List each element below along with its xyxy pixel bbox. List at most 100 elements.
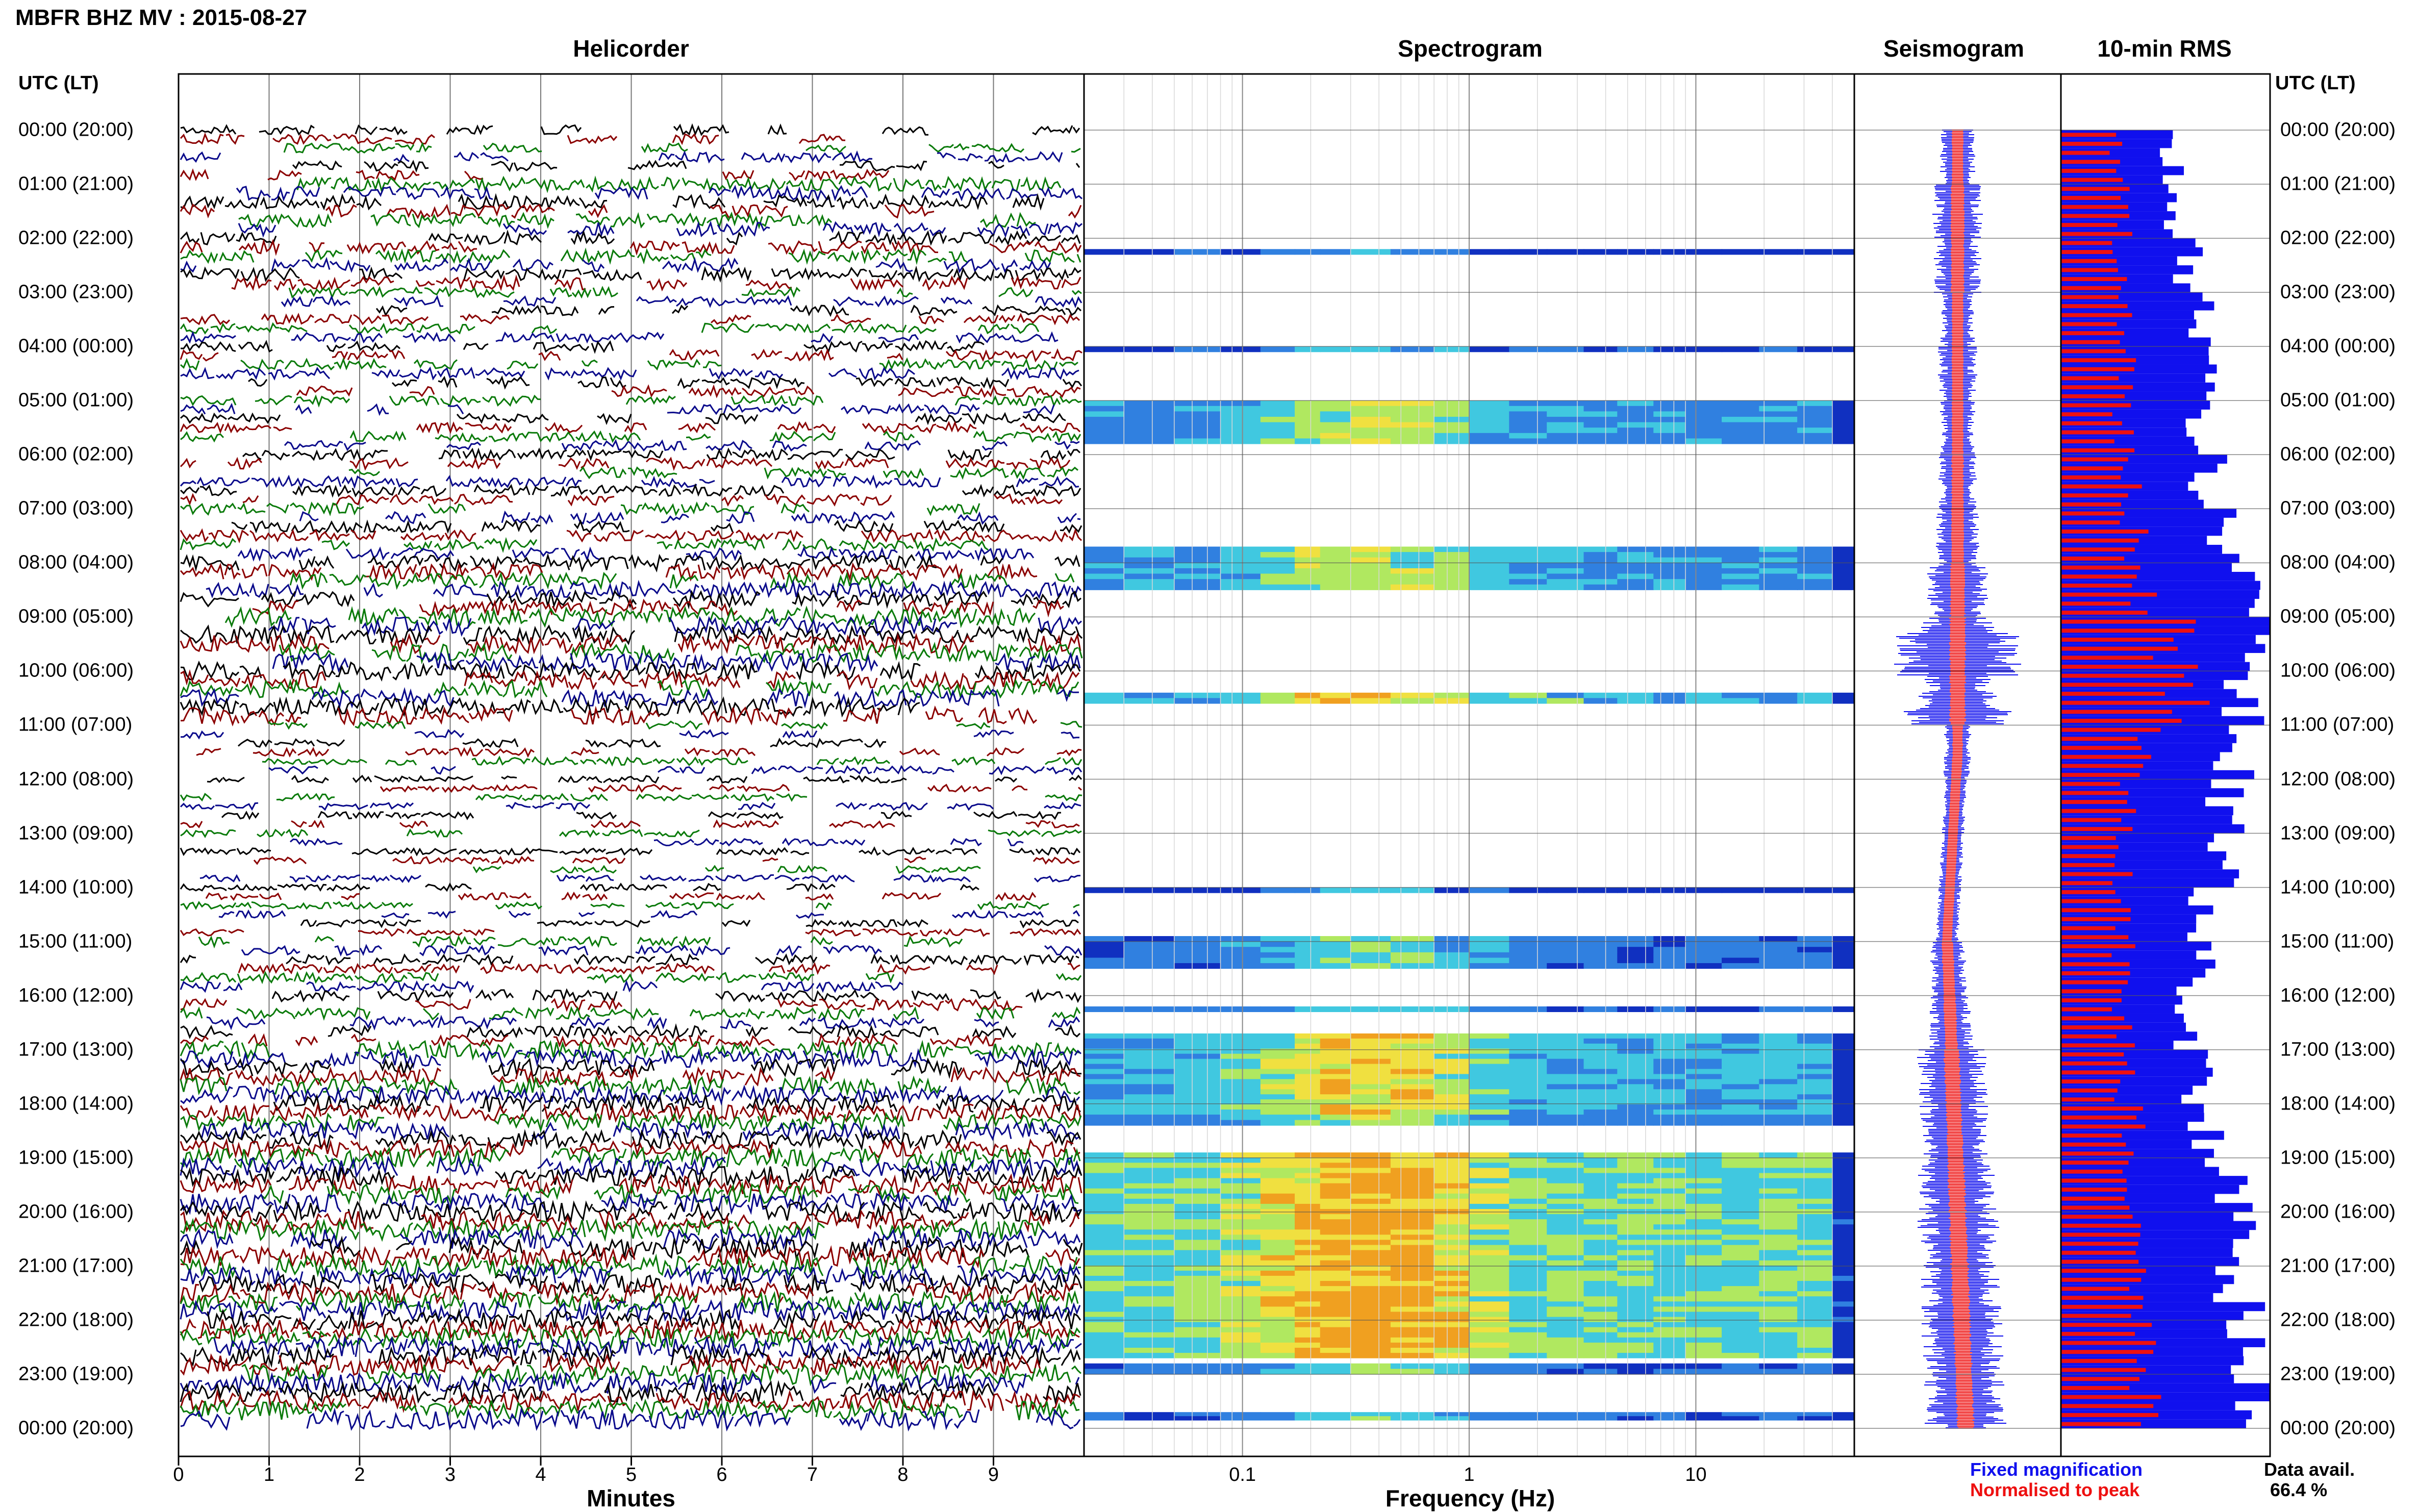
spectrogram-cell: [1547, 433, 1584, 439]
spectrogram-cell: [1617, 438, 1654, 444]
spectrogram-cell: [1320, 1296, 1351, 1302]
helicorder-trace: [206, 579, 1082, 600]
spectrogram-cell: [1722, 1250, 1760, 1256]
spectrogram-cell: [1759, 947, 1798, 953]
spectrogram-cell: [1722, 422, 1760, 428]
spectrogram-cell: [1124, 346, 1175, 352]
spectrogram-cell: [1469, 1193, 1510, 1199]
spectrogram-cell: [1295, 1178, 1321, 1184]
spectrogram-cell: [1124, 1163, 1175, 1168]
spectrogram-cell: [1124, 1079, 1175, 1085]
spectrogram-cell: [1797, 1322, 1833, 1328]
spectrogram-cell: [1350, 1332, 1391, 1338]
spectrogram-cell: [1220, 1332, 1261, 1338]
spectrogram-cell: [1469, 1079, 1510, 1085]
spectrogram-cell: [1320, 584, 1351, 590]
spectrogram-cell: [1469, 1152, 1510, 1158]
spectrogram-cell: [1390, 1038, 1435, 1044]
rms-normalised-bar: [2061, 1250, 2136, 1255]
spectrogram-cell: [1434, 1317, 1470, 1323]
spectrogram-cell: [1797, 1260, 1833, 1266]
spectrogram-cell: [1220, 1229, 1261, 1235]
spectrogram-cell: [1124, 557, 1175, 563]
helicorder-trace: [180, 901, 1080, 911]
spectrogram-cell: [1722, 1059, 1760, 1065]
hour-label-right: 07:00 (03:00): [2280, 497, 2396, 519]
spectrogram-cell: [1509, 1416, 1548, 1421]
spectrogram-cell: [1583, 422, 1618, 428]
rms-normalised-bar: [2061, 1385, 2130, 1390]
spectrogram-cell: [1722, 1240, 1760, 1246]
spectrogram-cell: [1260, 1120, 1296, 1126]
spectrogram-cell: [1320, 952, 1351, 958]
spectrogram-cell: [1759, 1301, 1798, 1307]
helicorder-trace: [253, 855, 1080, 865]
spectrogram-cell: [1759, 557, 1798, 563]
spectrogram-cell: [1832, 579, 1855, 585]
spectrogram-cell: [1617, 1342, 1654, 1348]
spectrogram-cell: [1722, 1416, 1760, 1421]
spectrogram-cell: [1797, 1038, 1833, 1044]
spectrogram-cell: [1390, 1286, 1435, 1292]
spectrogram-cell: [1469, 1006, 1510, 1012]
spectrogram-cell: [1653, 1322, 1686, 1328]
spectrogram-cell: [1124, 941, 1175, 947]
spectrogram-cell: [1509, 1327, 1548, 1333]
spectrogram-cell: [1124, 422, 1175, 428]
hour-label-left: 01:00 (21:00): [18, 173, 134, 195]
spectrogram-cell: [1124, 1301, 1175, 1307]
spectrogram-cell: [1685, 1006, 1723, 1012]
helicorder-tick-label: 1: [263, 1464, 275, 1485]
spectrogram-cell: [1124, 1327, 1175, 1333]
spectrogram-cell: [1220, 1168, 1261, 1173]
spectrogram-cell: [1583, 427, 1618, 434]
spectrogram-cell: [1174, 1069, 1221, 1074]
spectrogram-cell: [1685, 1168, 1723, 1173]
rms-normalised-bar: [2061, 935, 2129, 940]
spectrogram-cell: [1320, 1281, 1351, 1287]
spectrogram-cell: [1469, 1110, 1510, 1115]
spectrogram-cell: [1832, 941, 1855, 947]
spectrogram-cell: [1583, 1006, 1618, 1012]
spectrogram-cell: [1434, 692, 1470, 698]
spectrogram-cell: [1390, 1079, 1435, 1085]
spectrogram-cell: [1220, 1363, 1261, 1369]
spectrogram-cell: [1547, 1214, 1584, 1220]
spectrogram-cell: [1759, 438, 1798, 444]
spectrogram-cell: [1832, 1286, 1855, 1292]
spectrogram-cell: [1797, 1203, 1833, 1209]
spectrogram-cell: [1174, 400, 1221, 407]
spectrogram-cell: [1469, 1347, 1510, 1353]
spectrogram-cell: [1295, 1250, 1321, 1256]
spectrogram-cell: [1722, 1353, 1760, 1358]
spectrogram-cell: [1583, 1168, 1618, 1173]
spectrogram-cell: [1583, 1312, 1618, 1318]
spectrogram-cell: [1084, 887, 1125, 893]
spectrogram-cell: [1759, 1094, 1798, 1100]
spectrogram-cell: [1174, 1234, 1221, 1240]
spectrogram-cell: [1653, 1163, 1686, 1168]
spectrogram-cell: [1832, 1163, 1855, 1168]
spectrogram-cell: [1832, 1079, 1855, 1085]
spectrogram-cell: [1653, 427, 1686, 434]
spectrogram-cell: [1084, 1301, 1125, 1307]
spectrogram-cell: [1832, 1347, 1855, 1353]
helicorder-trace: [180, 483, 1081, 498]
spectrogram-cell: [1685, 1053, 1723, 1060]
spectrogram-cell: [1685, 1152, 1723, 1158]
spectrogram-cell: [1722, 552, 1760, 558]
spectrogram-cell: [1547, 1006, 1584, 1012]
spectrogram-cell: [1509, 1250, 1548, 1256]
spectrogram-cell: [1220, 422, 1261, 428]
spectrogram-cell: [1084, 249, 1125, 255]
spectrogram-cell: [1124, 1286, 1175, 1292]
spectrogram-cell: [1759, 1229, 1798, 1235]
rms-normalised-bar: [2061, 475, 2121, 480]
spectrogram-cell: [1390, 1094, 1435, 1100]
data-avail-value: 66.4 %: [2270, 1479, 2328, 1500]
spectrogram-cell: [1583, 546, 1618, 552]
spectrogram-cell: [1390, 936, 1435, 942]
spectrogram-cell: [1685, 1038, 1723, 1044]
helicorder-trace: [262, 755, 1082, 767]
spectrogram-cell: [1509, 941, 1548, 947]
